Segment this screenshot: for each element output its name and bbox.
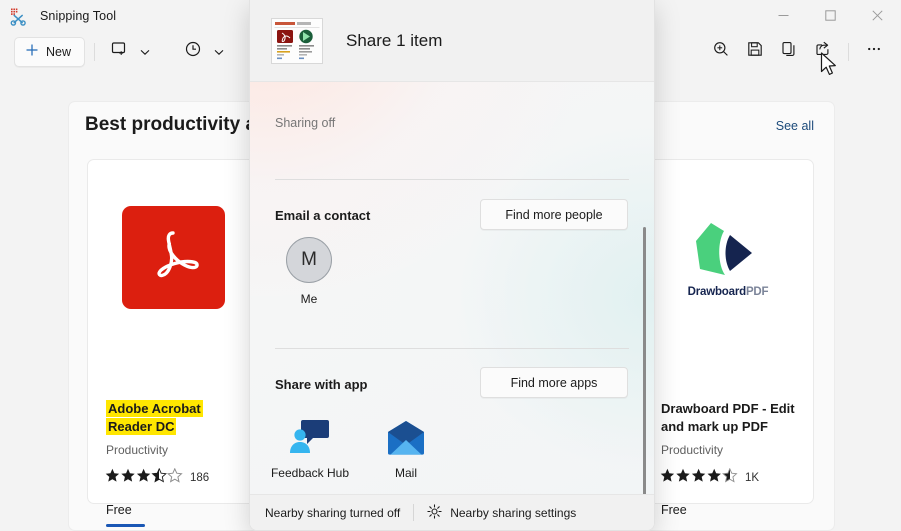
see-all-link[interactable]: See all [776,119,814,133]
mail-icon [361,412,451,456]
share-app-tile-feedback-hub[interactable]: Feedback Hub [265,412,355,480]
nearby-sharing-settings-link[interactable]: Nearby sharing settings [427,503,577,522]
clock-delay-icon [184,40,202,63]
copy-button[interactable] [772,37,806,67]
app-rating-count: 1K [745,472,760,484]
sharing-status: Sharing off [275,116,336,130]
gear-icon [427,503,442,522]
zoom-in-button[interactable] [704,37,738,67]
toolbar-divider-2 [848,42,849,61]
dialog-scrollbar[interactable] [643,227,646,530]
star-rating-icon [105,468,183,488]
more-options-button[interactable] [857,37,891,67]
screen: Snipping Tool New Best productivity a Se… [0,0,901,531]
star-rating-icon [660,468,738,488]
selection-underline [106,524,145,527]
app-category: Productivity [106,443,169,457]
app-name: Adobe Acrobat Reader DC [106,400,244,436]
toolbar-right-group [704,31,891,72]
find-more-apps-button[interactable]: Find more apps [480,367,628,398]
maximize-icon [825,10,836,21]
footer-divider [413,504,415,521]
share-dialog-header: Share 1 item [250,0,654,82]
ellipsis-icon [865,40,883,63]
app-category: Productivity [661,443,724,457]
app-art [88,197,258,317]
toolbar-divider-1 [94,42,96,61]
divider-email [275,179,629,180]
email-section-heading: Email a contact [275,208,371,223]
share-icon [814,40,832,63]
save-button[interactable] [738,37,772,67]
close-button[interactable] [854,0,901,31]
minimize-icon [778,15,789,16]
chevron-down-icon [140,43,150,61]
nearby-sharing-settings-label: Nearby sharing settings [450,505,577,520]
share-dialog: Share 1 item Sharing off Email a contact… [249,0,655,531]
plus-icon [25,43,39,60]
app-card-drawboard-pdf[interactable]: DrawboardPDF Drawboard PDF - Edit and ma… [642,159,814,517]
drawboard-wordmark: DrawboardPDF [687,285,769,298]
app-price: Free [661,503,687,517]
chevron-down-icon [214,43,224,61]
screenshot-thumbnail [271,17,323,64]
app-card-adobe-acrobat[interactable]: Adobe Acrobat Reader DC Productivity 186… [87,159,259,527]
delay-group [178,37,230,67]
app-price: Free [106,503,132,517]
new-button[interactable]: New [14,36,86,67]
divider-apps [275,348,629,349]
rectangle-snip-button[interactable] [104,37,134,67]
share-app-label: Feedback Hub [270,466,350,480]
avatar: M [286,237,332,283]
app-name: Drawboard PDF - Edit and mark up PDF [661,401,795,434]
delay-dropdown[interactable] [208,37,230,67]
drawboard-pdf-icon: DrawboardPDF [678,217,778,298]
copy-icon [780,40,798,63]
page-title: Best productivity a [85,114,257,135]
feedback-hub-icon [265,412,355,456]
rectangle-snip-icon [110,40,128,63]
maximize-button[interactable] [807,0,854,31]
snipping-tool-scissors-icon [8,6,28,26]
delay-button[interactable] [178,37,208,67]
snip-mode-group [104,37,156,67]
app-section-heading: Share with app [275,377,368,392]
app-rating: 1K [660,468,759,488]
app-art: DrawboardPDF [643,197,813,317]
snip-mode-dropdown[interactable] [134,37,156,67]
share-dialog-body: Sharing off Email a contact Find more pe… [250,82,654,530]
contact-name: Me [300,292,318,306]
find-more-people-button[interactable]: Find more people [480,199,628,230]
share-button[interactable] [806,37,840,67]
adobe-acrobat-icon [121,205,225,309]
window-title: Snipping Tool [40,8,117,23]
share-dialog-title: Share 1 item [346,30,443,50]
save-floppy-icon [746,40,764,63]
app-rating-count: 186 [190,472,210,484]
contact-tile-me[interactable]: M Me [276,237,342,306]
minimize-button[interactable] [760,0,807,31]
share-dialog-footer: Nearby sharing turned off Nearby sharing… [250,494,654,530]
window-controls [760,0,901,31]
nearby-sharing-status: Nearby sharing turned off [265,505,401,520]
zoom-in-icon [712,40,730,63]
share-app-label: Mail [394,466,417,480]
new-button-label: New [46,44,72,59]
app-rating: 186 [105,468,209,488]
close-icon [872,10,883,21]
share-app-tile-mail[interactable]: Mail [361,412,451,480]
app-name-text: Adobe Acrobat Reader DC [106,400,203,435]
